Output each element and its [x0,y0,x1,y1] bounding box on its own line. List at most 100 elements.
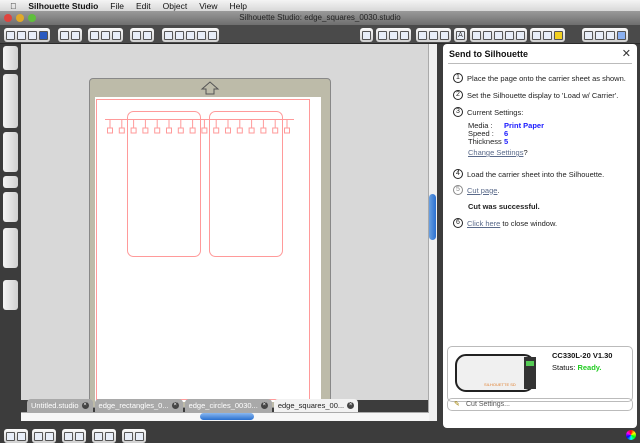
send-to-silhouette-icon[interactable] [362,30,371,40]
zoom-out-icon[interactable] [175,30,184,40]
cut-print-icon[interactable] [71,30,80,40]
target-icon[interactable] [135,431,144,441]
select-tools[interactable] [3,46,18,70]
modify-icon[interactable] [516,30,525,40]
zoom-in-icon[interactable] [164,30,173,40]
design-svg[interactable] [95,97,321,402]
fullscreen-icon[interactable] [606,30,615,40]
redo-icon[interactable] [143,30,152,40]
close-window-link[interactable]: Click here [467,219,500,228]
tab-square[interactable] [142,127,149,134]
open-icon[interactable] [17,30,26,40]
zoom-select-icon[interactable] [186,30,195,40]
apple-icon[interactable]:  [10,1,16,11]
close-tab-icon[interactable]: × [171,402,179,409]
new-icon[interactable] [6,30,15,40]
menu-object[interactable]: Object [163,1,188,11]
change-settings-link[interactable]: Change Settings [468,148,523,157]
horizontal-scroll-thumb[interactable] [200,413,254,420]
tab-square[interactable] [236,127,243,134]
color-wheel-icon[interactable] [626,430,636,440]
registration-icon[interactable] [400,30,409,40]
tab-square[interactable] [272,127,279,134]
ungroup-icon[interactable] [17,431,26,441]
cut-settings-button[interactable]: ✎ Cut Settings... [447,398,633,411]
pan-icon[interactable] [197,30,206,40]
close-tab-icon[interactable]: × [260,402,268,409]
tab-untitled[interactable]: Untitled.studio × [27,399,93,412]
view-tools[interactable] [3,228,18,268]
close-tab-icon[interactable]: × [347,402,355,409]
save-sd-icon[interactable] [39,30,48,40]
menu-file[interactable]: File [110,1,124,11]
paste-icon[interactable] [101,30,110,40]
menu-edit[interactable]: Edit [136,1,151,11]
edit-tools[interactable] [3,132,18,172]
grid-icon[interactable] [389,30,398,40]
tab-square[interactable] [166,127,172,134]
library-icon[interactable] [532,30,541,40]
delete-icon[interactable] [75,431,84,441]
fit-page-icon[interactable] [208,30,217,40]
folder-icon[interactable] [124,431,133,441]
send-back-icon[interactable] [105,431,114,441]
menu-view[interactable]: View [199,1,217,11]
vertical-scroll-thumb[interactable] [429,194,436,240]
tab-edge-rectangles[interactable]: edge_rectangles_0... × [94,399,183,412]
tab-edge-circles[interactable]: edge_circles_0030... × [184,399,272,412]
undo-icon[interactable] [132,30,141,40]
line-style-icon[interactable] [429,30,438,40]
tab-square[interactable] [284,127,290,134]
menu-help[interactable]: Help [229,1,246,11]
transform-icon[interactable] [472,30,481,40]
tab-square[interactable] [154,127,161,134]
page-settings-icon[interactable] [378,30,387,40]
text-tool[interactable] [3,176,18,188]
trace-icon[interactable] [554,30,563,40]
tab-edge-squares[interactable]: edge_squares_00... × [273,399,359,412]
tab-square[interactable] [260,127,267,134]
close-panel-icon[interactable]: ✕ [622,47,631,60]
group-icon[interactable] [6,431,15,441]
tab-square[interactable] [118,127,125,134]
tab-square[interactable] [189,127,196,134]
knife-icon[interactable] [584,30,593,40]
store-icon[interactable] [543,30,552,40]
tab-square[interactable] [107,127,113,134]
menu-app[interactable]: Silhouette Studio [28,1,98,11]
rounded-rectangle[interactable] [209,111,283,257]
minimize-window-button[interactable] [16,14,24,22]
tab-square[interactable] [225,127,231,134]
rotate-icon[interactable] [483,30,492,40]
align-icon[interactable] [494,30,503,40]
copy-icon[interactable] [90,30,99,40]
replicate-icon[interactable] [505,30,514,40]
cut-page-link[interactable]: Cut page [467,186,497,195]
print-icon[interactable] [60,30,69,40]
page-border[interactable] [96,99,310,400]
rounded-rectangle[interactable] [127,111,201,257]
scissors-icon[interactable] [112,30,121,40]
bring-front-icon[interactable] [94,431,103,441]
tab-square[interactable] [130,127,137,134]
cut-style-icon[interactable] [440,30,449,40]
fill-color-icon[interactable] [418,30,427,40]
make-compound-icon[interactable] [34,431,43,441]
layout-tools[interactable] [3,280,18,310]
close-tab-icon[interactable]: × [81,402,89,409]
tab-square[interactable] [201,127,208,134]
text-style-icon[interactable]: A [456,30,465,40]
zoom-window-button[interactable] [28,14,36,22]
page[interactable] [95,97,321,402]
tab-square[interactable] [177,127,184,134]
tab-square[interactable] [213,127,220,134]
weld-icon[interactable] [64,431,73,441]
tab-square[interactable] [248,127,255,134]
grid-view-icon[interactable] [617,30,626,40]
close-window-button[interactable] [4,14,12,22]
draw-tools[interactable] [3,74,18,128]
pencil-icon[interactable] [595,30,604,40]
save-icon[interactable] [28,30,37,40]
eraser-tools[interactable] [3,192,18,222]
release-compound-icon[interactable] [45,431,54,441]
